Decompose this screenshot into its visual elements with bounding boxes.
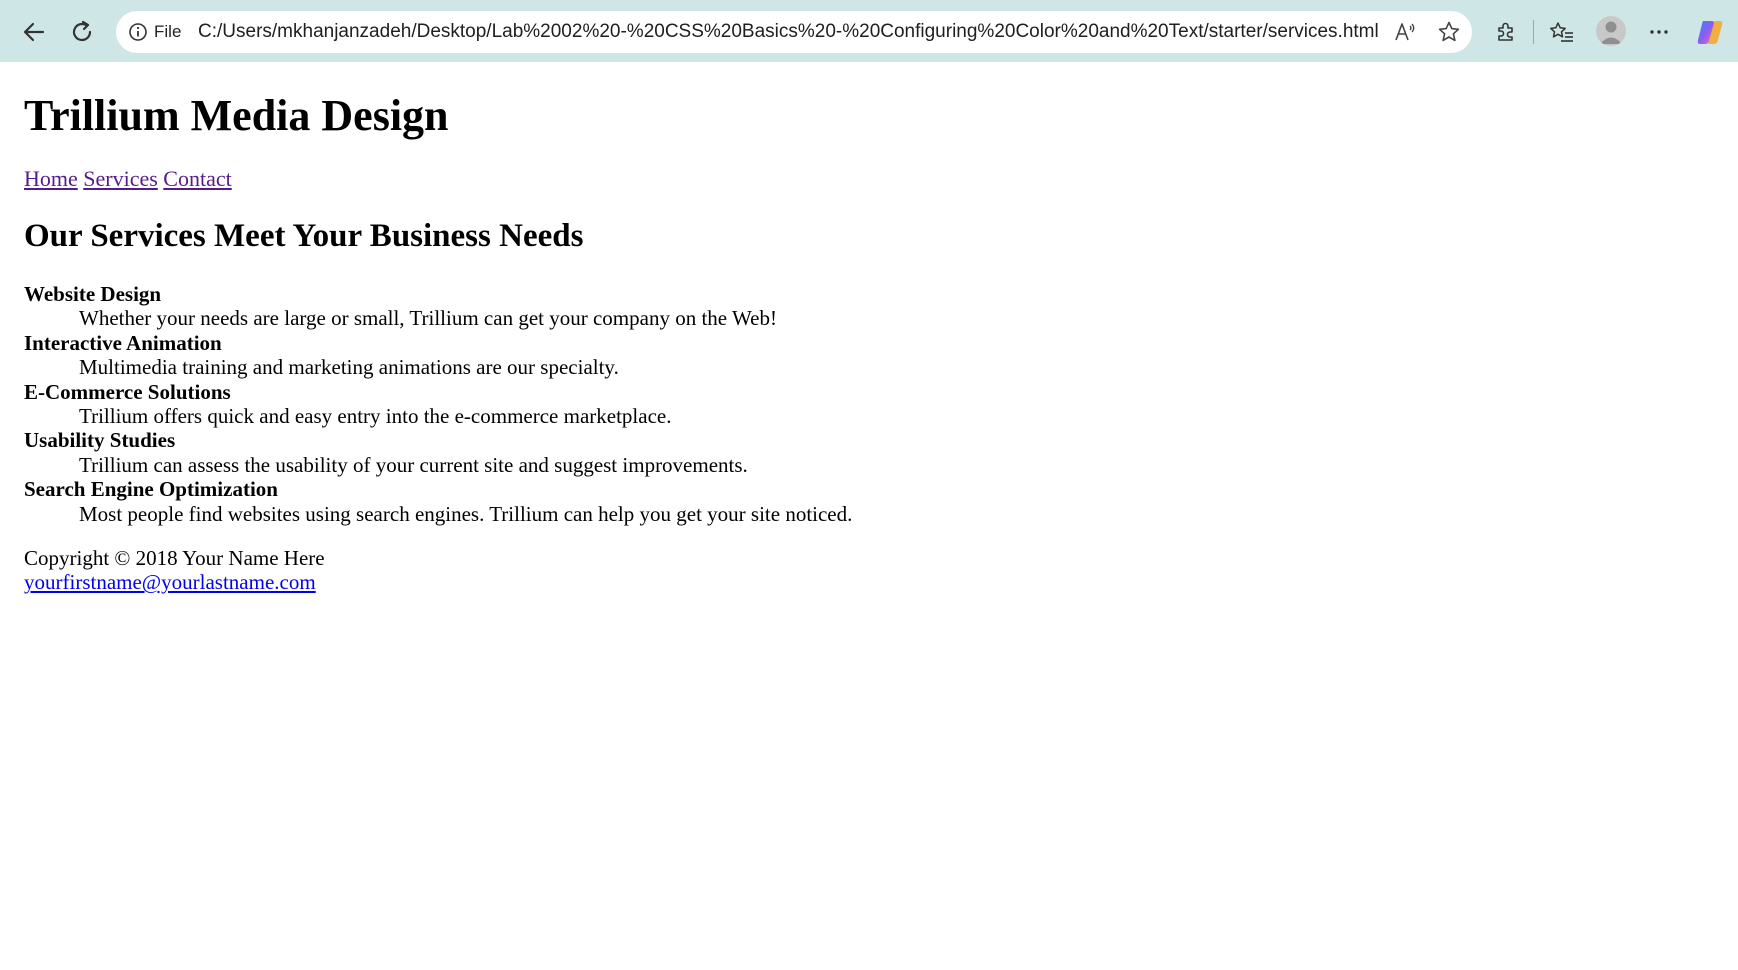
site-title: Trillium Media Design xyxy=(24,91,449,140)
more-button[interactable] xyxy=(1641,14,1677,50)
copyright-text: Copyright © 2018 Your Name Here xyxy=(24,546,325,570)
main-nav: Home Services Contact xyxy=(24,166,232,192)
page-viewport: Trillium Media Design Home Services Cont… xyxy=(12,62,1735,970)
refresh-icon xyxy=(72,20,92,42)
services-list: Website Design Whether your needs are la… xyxy=(24,282,1024,526)
service-term: Search Engine Optimization xyxy=(24,477,278,502)
service-term: Website Design xyxy=(24,282,162,306)
service-term: Usability Studies xyxy=(24,428,176,453)
nav-link-contact[interactable]: Contact xyxy=(163,166,231,191)
profile-icon[interactable] xyxy=(1596,16,1626,46)
read-aloud-button[interactable] xyxy=(1390,17,1420,47)
refresh-button[interactable] xyxy=(64,14,100,50)
address-url[interactable]: C:/Users/mkhanjanzadeh/Desktop/Lab%2002%… xyxy=(198,11,1379,53)
section-title: Our Services Meet Your Business Needs xyxy=(24,218,584,254)
read-aloud-icon xyxy=(1395,23,1415,41)
back-button[interactable] xyxy=(16,14,52,50)
extensions-icon xyxy=(1498,22,1513,41)
back-arrow-icon xyxy=(23,22,45,42)
address-bar[interactable]: File C:/Users/mkhanjanzadeh/Desktop/Lab%… xyxy=(116,11,1472,53)
service-description: Multimedia training and marketing animat… xyxy=(79,355,619,380)
page-footer: Copyright © 2018 Your Name Here yourfirs… xyxy=(24,546,325,595)
favorites-button[interactable] xyxy=(1544,14,1580,50)
profile-avatar-graphic xyxy=(1600,21,1622,44)
nav-link-home[interactable]: Home xyxy=(24,166,78,191)
service-term: E-Commerce Solutions xyxy=(24,379,231,404)
favorites-icon xyxy=(1550,22,1573,42)
nav-link-services[interactable]: Services xyxy=(83,166,158,191)
service-description: Trillium can assess the usability of you… xyxy=(79,452,748,477)
service-description: Whether your needs are large or small, T… xyxy=(79,306,777,331)
favorite-button[interactable] xyxy=(1434,17,1464,47)
service-term: Interactive Animation xyxy=(24,330,222,355)
service-description: Trillium offers quick and easy entry int… xyxy=(79,404,672,429)
email-link[interactable]: yourfirstname@yourlastname.com xyxy=(24,570,316,594)
copilot-icon xyxy=(1697,21,1723,44)
browser-toolbar: File C:/Users/mkhanjanzadeh/Desktop/Lab%… xyxy=(0,0,1738,62)
extensions-button[interactable] xyxy=(1488,14,1524,50)
toolbar-separator xyxy=(1533,20,1534,44)
more-icon xyxy=(1650,30,1668,34)
service-description: Most people find websites using search e… xyxy=(79,501,853,526)
info-icon[interactable] xyxy=(128,22,148,42)
star-icon xyxy=(1438,21,1460,42)
address-prefix[interactable]: File xyxy=(154,11,181,53)
copilot-button[interactable] xyxy=(1692,14,1728,50)
